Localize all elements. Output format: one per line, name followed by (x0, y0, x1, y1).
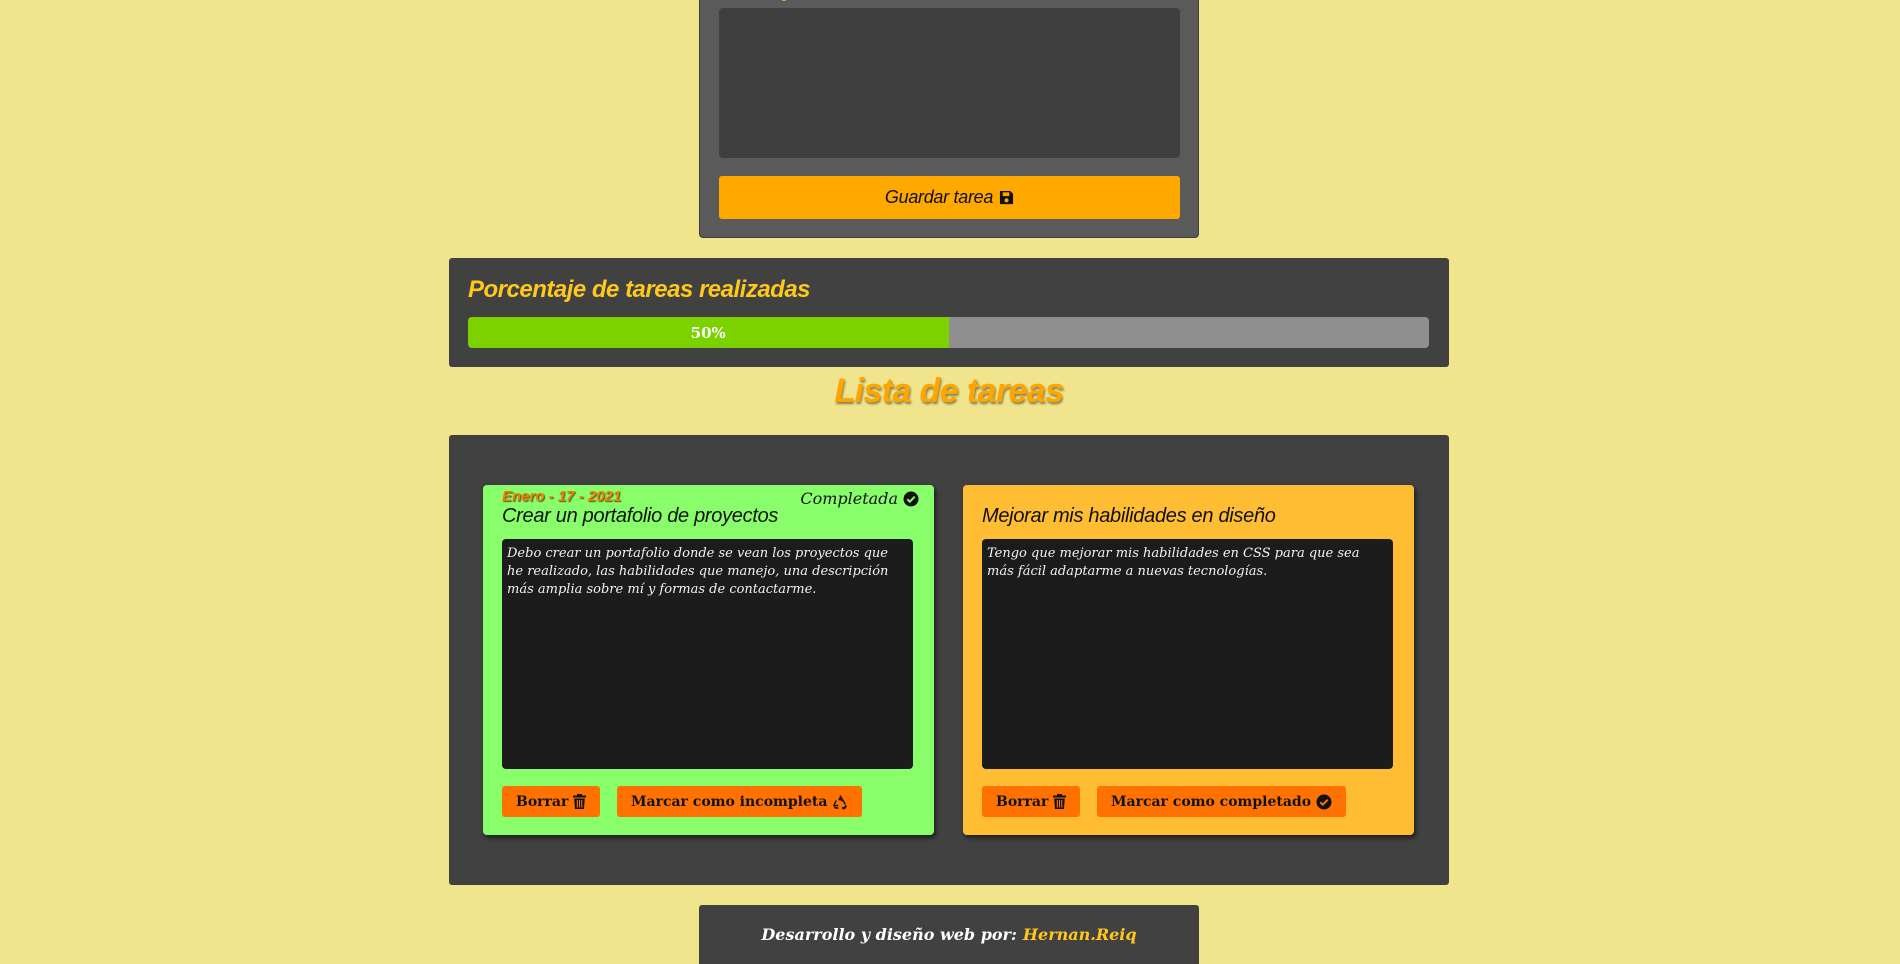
progress-title: Porcentaje de tareas realizadas (468, 276, 811, 303)
delete-task-button[interactable]: Borrar (982, 786, 1081, 817)
task-description: Tengo que mejorar mis habilidades en CSS… (982, 539, 1393, 769)
save-button-label: Guardar tarea (884, 187, 994, 207)
delete-button-label: Borrar (996, 793, 1049, 810)
progress-panel: Porcentaje de tareas realizadas 50% (449, 258, 1449, 367)
check-circle-icon (1316, 794, 1332, 810)
footer-author-link[interactable]: Hernan.Reiq (1023, 925, 1137, 964)
description-textarea[interactable] (719, 8, 1180, 158)
task-date: Enero - 17 - 2021 (502, 488, 622, 505)
delete-task-button[interactable]: Borrar (502, 786, 601, 817)
task-card-pending: Mejorar mis habilidades en diseño Tengo … (963, 485, 1414, 835)
task-description: Debo crear un portafolio donde se vean l… (502, 539, 913, 769)
trash-icon (573, 794, 587, 809)
toggle-button-label: Marcar como incompleta (631, 793, 828, 810)
floppy-disk-icon (999, 190, 1014, 205)
mark-complete-button[interactable]: Marcar como completado (1097, 786, 1347, 817)
recycle-icon (832, 794, 848, 810)
task-title: Mejorar mis habilidades en diseño (982, 505, 1276, 527)
task-list: Enero - 17 - 2021 Completada Crear un po… (449, 435, 1449, 885)
footer: Desarrollo y diseño web por: Hernan.Reiq (699, 905, 1199, 964)
delete-button-label: Borrar (516, 793, 569, 810)
mark-incomplete-button[interactable]: Marcar como incompleta (617, 786, 863, 817)
toggle-button-label: Marcar como completado (1111, 793, 1312, 810)
task-card-completed: Enero - 17 - 2021 Completada Crear un po… (483, 485, 934, 835)
description-label-fragment (780, 0, 788, 1)
progress-percent-text: 50% (690, 323, 726, 342)
progress-bar: 50% (468, 317, 1429, 348)
footer-credit: Desarrollo y diseño web por: (761, 925, 1017, 944)
task-status: Completada (800, 489, 919, 508)
progress-bar-fill: 50% (468, 317, 949, 348)
task-status-label: Completada (800, 489, 898, 508)
save-task-button[interactable]: Guardar tarea (719, 176, 1180, 219)
task-form: Guardar tarea (699, 0, 1199, 238)
check-circle-icon (903, 491, 919, 507)
trash-icon (1053, 794, 1067, 809)
task-list-heading: Lista de tareas (834, 372, 1064, 410)
task-title: Crear un portafolio de proyectos (502, 505, 779, 527)
